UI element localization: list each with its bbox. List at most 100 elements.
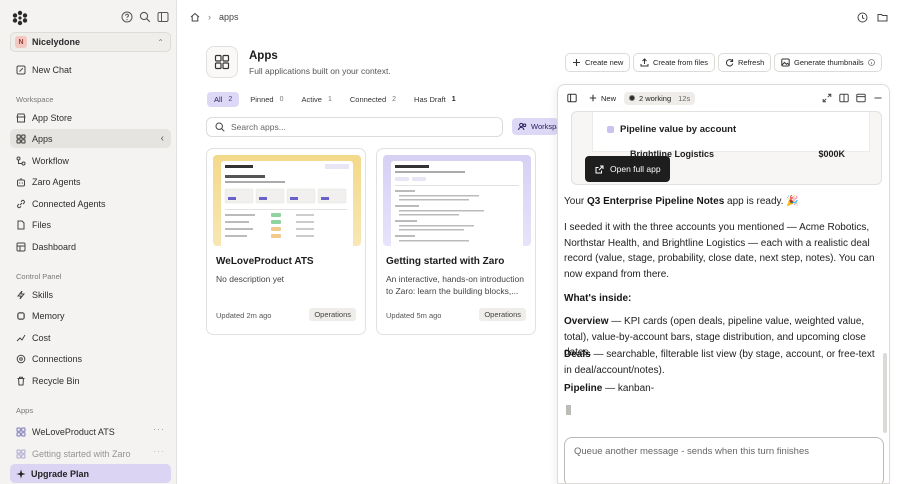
new-chat-button[interactable]: New — [589, 94, 616, 103]
sidebar-item-label: Zaro Agents — [32, 176, 81, 187]
pipeline-item: Pipeline — kanban- — [564, 381, 876, 397]
search-icon[interactable] — [139, 11, 151, 23]
sidebar-item-label: Recycle Bin — [32, 375, 80, 386]
pipeline-text: — kanban- — [602, 383, 655, 394]
filter-count: 2 — [392, 96, 397, 103]
message-composer — [564, 437, 884, 483]
home-icon[interactable] — [190, 12, 200, 22]
filter-has-draft[interactable]: Has Draft 1 — [407, 92, 463, 107]
breadcrumb-current[interactable]: apps — [219, 12, 239, 22]
sidebar-item-connected-agents[interactable]: Connected Agents — [10, 194, 171, 213]
sidebar-item-zaro-agents[interactable]: Zaro Agents — [10, 172, 171, 191]
sparkle-icon — [16, 469, 26, 479]
generate-thumbnails-label: Generate thumbnails — [794, 58, 864, 67]
app-card-updated: Updated 2m ago — [216, 311, 272, 320]
filter-connected[interactable]: Connected 2 — [343, 92, 403, 107]
sidebar-app-item[interactable]: Getting started with Zaro ··· — [10, 444, 171, 463]
filter-label: Pinned — [250, 95, 274, 104]
filter-label: Active — [301, 95, 322, 104]
workspace-filter-button[interactable]: Workspace — [512, 118, 558, 135]
sidebar-item-files[interactable]: Files — [10, 215, 171, 234]
expand-icon[interactable] — [822, 93, 832, 103]
filter-label: Has Draft — [414, 95, 446, 104]
filter-all[interactable]: All 2 — [207, 92, 240, 107]
sidebar-item-apps[interactable]: Apps ‹ — [10, 129, 171, 148]
sidebar-toggle-icon[interactable] — [157, 11, 169, 23]
split-view-icon[interactable] — [839, 93, 849, 103]
store-icon — [16, 113, 26, 123]
thumbnail-preview — [391, 161, 523, 246]
workspace-avatar: N — [15, 36, 27, 48]
assistant-message: Your Q3 Enterprise Pipeline Notes app is… — [564, 194, 876, 210]
chevron-right-icon: › — [208, 12, 211, 22]
overview-label: Overview — [564, 316, 609, 327]
app-icon — [16, 427, 26, 437]
upgrade-plan-button[interactable]: Upgrade Plan — [10, 464, 171, 483]
history-icon[interactable] — [857, 12, 868, 23]
thumbnail-preview — [221, 161, 353, 246]
sidebar-item-recycle-bin[interactable]: Recycle Bin — [10, 371, 171, 390]
refresh-button[interactable]: Refresh — [718, 53, 772, 72]
sidebar-item-workflow[interactable]: Workflow — [10, 151, 171, 170]
generate-thumbnails-button[interactable]: Generate thumbnails — [774, 53, 882, 72]
app-name: Q3 Enterprise Pipeline Notes — [586, 196, 725, 207]
filter-count: 0 — [279, 96, 284, 103]
workspace-selector[interactable]: N Nicelydone ⌃ — [10, 32, 171, 52]
more-icon[interactable]: ··· — [153, 424, 165, 434]
workspace-filter-label: Workspace — [531, 122, 558, 131]
sidebar-item-memory[interactable]: Memory — [10, 306, 171, 325]
section-control-panel: Control Panel — [16, 272, 62, 281]
folder-icon[interactable] — [877, 12, 888, 23]
search-input[interactable] — [231, 122, 481, 132]
app-thumbnail — [213, 155, 361, 246]
message-input[interactable] — [574, 446, 874, 466]
filter-label: All — [214, 95, 223, 104]
new-chat-button[interactable]: New Chat — [10, 60, 171, 79]
sidebar-item-label: Apps — [32, 133, 53, 144]
app-card-title: Getting started with Zaro — [386, 256, 505, 267]
app-preview-card[interactable]: Pipeline value by account Brightline Log… — [571, 111, 882, 185]
app-card[interactable]: Getting started with Zaro An interactive… — [376, 148, 536, 335]
logo-icon[interactable] — [12, 10, 28, 26]
whats-inside-heading: What's inside: — [564, 293, 632, 304]
minimize-icon[interactable] — [873, 93, 883, 103]
panel-toggle-icon[interactable] — [567, 93, 577, 103]
filter-pinned[interactable]: Pinned 0 — [243, 92, 290, 107]
deals-text: — searchable, filterable list view (by s… — [564, 349, 875, 376]
chevron-left-icon[interactable]: ‹ — [161, 133, 164, 144]
filter-count: 2 — [228, 96, 233, 103]
sidebar-item-dashboard[interactable]: Dashboard — [10, 237, 171, 256]
open-full-app-button[interactable]: Open full app — [585, 156, 670, 182]
more-icon[interactable]: ··· — [153, 446, 165, 456]
sidebar-item-skills[interactable]: Skills — [10, 285, 171, 304]
sidebar-app-item[interactable]: WeLoveProduct ATS ··· — [10, 422, 171, 441]
sidebar-app-label: WeLoveProduct ATS — [32, 426, 115, 437]
working-status-badge[interactable]: 2 working 12s — [624, 91, 696, 105]
page-title: Apps — [249, 50, 278, 62]
app-card[interactable]: WeLoveProduct ATS No description yet Upd… — [206, 148, 366, 335]
workflow-icon — [16, 156, 26, 166]
sidebar-item-cost[interactable]: Cost — [10, 328, 171, 347]
chat-scrollbar[interactable] — [883, 353, 887, 433]
sidebar-item-label: Memory — [32, 310, 65, 321]
create-new-button[interactable]: Create new — [565, 53, 631, 72]
window-icon[interactable] — [856, 93, 866, 103]
memory-icon — [16, 311, 26, 321]
filter-active[interactable]: Active 1 — [295, 92, 339, 107]
filter-count: 1 — [451, 96, 456, 103]
help-icon[interactable] — [121, 11, 133, 23]
preview-row-value: $000K — [818, 149, 845, 159]
workspace-name: Nicelydone — [32, 37, 81, 47]
sidebar-item-app-store[interactable]: App Store — [10, 108, 171, 127]
app-card-description: No description yet — [216, 274, 285, 284]
sidebar-item-connections[interactable]: Connections — [10, 349, 171, 368]
filter-count: 1 — [327, 96, 332, 103]
create-new-label: Create new — [585, 58, 624, 67]
create-from-files-button[interactable]: Create from files — [633, 53, 716, 72]
edit-icon — [16, 65, 26, 75]
open-full-app-label: Open full app — [610, 164, 661, 174]
external-link-icon — [595, 165, 604, 174]
sidebar-header — [0, 0, 177, 34]
filter-label: Connected — [349, 95, 387, 104]
chat-header: New 2 working 12s — [558, 85, 889, 111]
